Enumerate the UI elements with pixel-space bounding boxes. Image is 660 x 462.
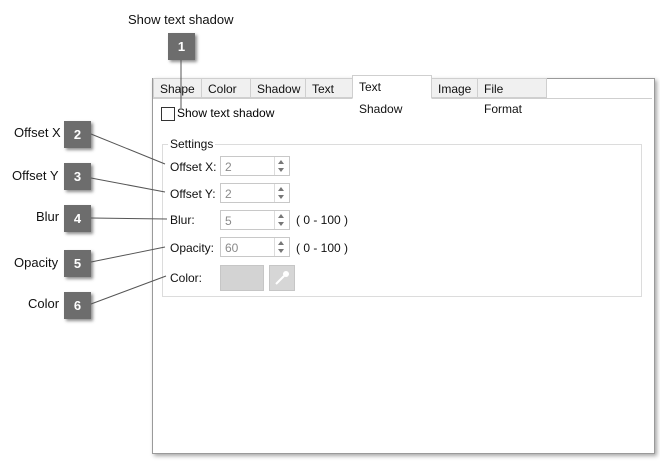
offset-y-stepper[interactable]: 2 bbox=[220, 183, 290, 203]
callout-badge-3: 3 bbox=[64, 163, 91, 190]
eyedropper-icon bbox=[275, 271, 289, 285]
show-text-shadow-label[interactable]: Show text shadow bbox=[177, 106, 274, 120]
blur-range: ( 0 - 100 ) bbox=[296, 213, 349, 227]
spin-down-icon[interactable] bbox=[278, 168, 284, 172]
opacity-value: 60 bbox=[225, 241, 239, 255]
settings-group-title: Settings bbox=[168, 137, 216, 151]
callout-label-offset-x: Offset X bbox=[14, 125, 61, 140]
callout-label-offset-y: Offset Y bbox=[12, 168, 59, 183]
blur-spin-buttons[interactable] bbox=[274, 211, 289, 229]
color-label: Color: bbox=[170, 271, 203, 285]
offset-y-value: 2 bbox=[225, 187, 232, 201]
blur-value: 5 bbox=[225, 214, 232, 228]
offset-x-value: 2 bbox=[225, 160, 232, 174]
callout-badge-1: 1 bbox=[168, 33, 195, 60]
callout-badge-6: 6 bbox=[64, 292, 91, 319]
callout-title: Show text shadow bbox=[128, 12, 234, 27]
spin-up-icon[interactable] bbox=[278, 214, 284, 218]
offset-x-stepper[interactable]: 2 bbox=[220, 156, 290, 176]
callout-label-color: Color bbox=[28, 296, 60, 311]
spin-down-icon[interactable] bbox=[278, 195, 284, 199]
offset-y-label: Offset Y: bbox=[170, 187, 216, 201]
tab-text[interactable]: Text bbox=[305, 78, 353, 98]
callout-label-opacity: Opacity bbox=[14, 255, 59, 270]
spin-up-icon[interactable] bbox=[278, 187, 284, 191]
spin-down-icon[interactable] bbox=[278, 249, 284, 253]
spin-up-icon[interactable] bbox=[278, 241, 284, 245]
callout-badge-5: 5 bbox=[64, 250, 91, 277]
tab-file-format[interactable]: File Format bbox=[477, 78, 547, 116]
offset-x-spin-buttons[interactable] bbox=[274, 157, 289, 175]
offset-y-spin-buttons[interactable] bbox=[274, 184, 289, 202]
tab-text-shadow[interactable]: Text Shadow bbox=[352, 75, 432, 116]
opacity-stepper[interactable]: 60 bbox=[220, 237, 290, 257]
opacity-label: Opacity: bbox=[170, 241, 215, 255]
spin-up-icon[interactable] bbox=[278, 160, 284, 164]
spin-down-icon[interactable] bbox=[278, 222, 284, 226]
opacity-spin-buttons[interactable] bbox=[274, 238, 289, 256]
callout-badge-4: 4 bbox=[64, 205, 91, 232]
offset-x-label: Offset X: bbox=[170, 160, 217, 174]
blur-label: Blur: bbox=[170, 213, 195, 227]
tab-color[interactable]: Color bbox=[201, 78, 251, 98]
color-picker-button[interactable] bbox=[269, 265, 295, 291]
show-text-shadow-checkbox[interactable] bbox=[161, 107, 175, 121]
callout-label-blur: Blur bbox=[36, 209, 60, 224]
tab-shadow[interactable]: Shadow bbox=[250, 78, 306, 98]
tab-image[interactable]: Image bbox=[431, 78, 478, 98]
tab-shape[interactable]: Shape bbox=[153, 78, 202, 98]
opacity-range: ( 0 - 100 ) bbox=[296, 241, 349, 255]
color-swatch-button[interactable] bbox=[220, 265, 264, 291]
blur-stepper[interactable]: 5 bbox=[220, 210, 290, 230]
callout-badge-2: 2 bbox=[64, 121, 91, 148]
